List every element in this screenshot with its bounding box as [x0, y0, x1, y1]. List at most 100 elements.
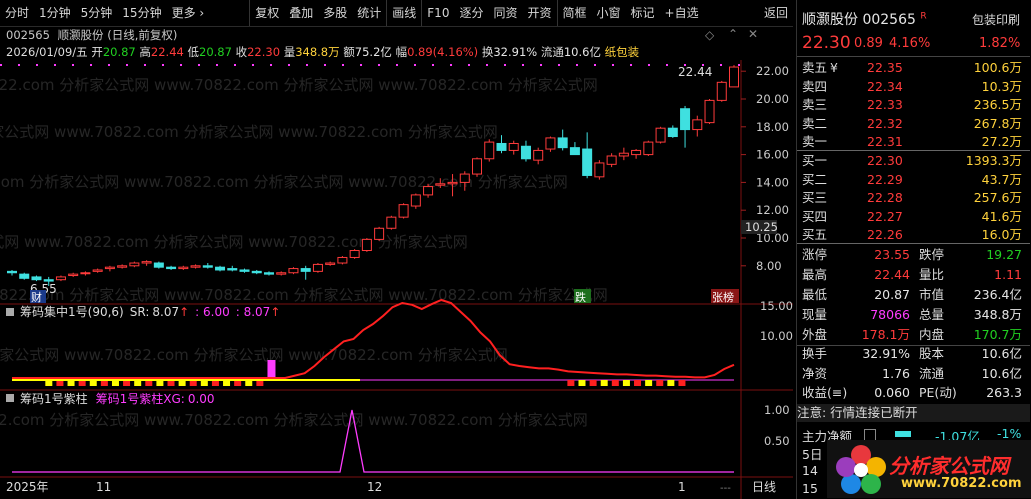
toolbar-item[interactable]: 叠加 — [284, 0, 318, 26]
bid-price: 22.30 — [867, 153, 903, 168]
site-logo: 分析家公式网 www.70822.com — [827, 440, 1031, 498]
ind2-y-tick: 0.50 — [764, 434, 790, 448]
chart-area: 70822.com 分析家公式网 www.70822.com 分析家公式网 ww… — [0, 60, 793, 499]
panel-wei: 1.82% — [979, 36, 1021, 51]
toolbar-item[interactable]: 同资 — [488, 0, 522, 26]
stat-value: 78066 — [870, 307, 910, 322]
candle-body — [263, 272, 274, 275]
concept-tag[interactable]: 纸包装 — [605, 45, 640, 59]
toolbar-item[interactable]: 开资 — [522, 0, 556, 26]
toolbar-item[interactable]: +自选 — [660, 0, 704, 26]
stat-value: 170.7万 — [973, 327, 1022, 342]
flow-bar — [895, 431, 911, 437]
low-value: 20.87 — [199, 45, 232, 59]
open-value: 20.87 — [102, 45, 136, 59]
toolbar-item[interactable]: 分时 — [0, 0, 34, 26]
stat-label: 市值 — [919, 287, 945, 302]
toolbar-item[interactable]: 画线 — [386, 0, 421, 26]
stat-value: 178.1万 — [861, 327, 910, 342]
stat-value: 10.6亿 — [981, 365, 1022, 381]
candle-body — [349, 250, 360, 258]
bid-price: 22.27 — [867, 208, 903, 224]
candle-body — [410, 194, 421, 207]
stat-value: 23.55 — [874, 247, 910, 262]
panel-name: 顺灏股份 — [802, 12, 858, 28]
bid-label: 买二 — [802, 171, 828, 187]
ind1-header: 筹码集中1号(90,6) SR: 8.07↑: 6.00: 8.07↑ — [20, 304, 280, 319]
up-arrow-icon[interactable]: ⌃ — [728, 27, 738, 41]
ind1-y-tick: 10.00 — [760, 329, 793, 343]
x-month-1: 1 — [678, 480, 686, 494]
candle-body — [361, 238, 372, 252]
toolbar-item[interactable]: 5分钟 — [76, 0, 118, 26]
indicator-toggle-icon[interactable] — [6, 394, 14, 402]
candle-body — [104, 266, 115, 270]
candle-body — [43, 279, 54, 282]
toolbar-item[interactable]: 标记 — [626, 0, 660, 26]
quote-row: 卖四 22.34 10.3万 — [797, 77, 1030, 98]
float-label: 流通 — [540, 45, 564, 59]
toolbar-item[interactable]: 15分钟 — [117, 0, 166, 26]
bid-vol: 1393.3万 — [965, 153, 1022, 168]
chart-mode: (日线,前复权) — [107, 28, 178, 42]
toolbar-item[interactable]: 小窗 — [592, 0, 626, 26]
board-mark-label: 张榜 — [712, 290, 734, 304]
logo-text: 分析家公式网 — [889, 454, 1009, 478]
quote-row: 买一 22.30 1393.3万 — [797, 151, 1030, 172]
candle-body — [312, 263, 323, 272]
bid-vol: 43.7万 — [981, 171, 1022, 187]
bid-vol: 16.0万 — [981, 227, 1022, 242]
high-value: 22.44 — [150, 45, 184, 59]
ind1-bar — [656, 380, 664, 386]
stat-value: 0.060 — [874, 385, 910, 400]
close-icon[interactable]: ✕ — [748, 27, 758, 41]
toolbar-item[interactable]: 统计 — [352, 0, 386, 26]
toolbar-item[interactable]: 逐分 — [454, 0, 488, 26]
days-label[interactable]: 5日 — [802, 444, 822, 463]
candle-body — [190, 265, 201, 268]
toolbar-item[interactable]: 简框 — [556, 0, 592, 26]
quote-row: 最低 20.87 市值 236.4亿 — [797, 285, 1030, 306]
candle-body — [423, 186, 434, 196]
candle-body — [667, 127, 678, 138]
candle-body — [643, 141, 654, 156]
fall-mark-label: 跌 — [575, 290, 586, 304]
candle-body — [276, 272, 287, 275]
toolbar-item[interactable]: F10 — [421, 0, 454, 26]
bid-label: 买四 — [802, 208, 828, 224]
stat-label: 换手 — [802, 346, 828, 361]
stat-label: 股本 — [919, 346, 945, 361]
y-tick: 22.00 — [756, 64, 789, 78]
bid-label: 买五 — [802, 227, 828, 242]
toolbar-item[interactable]: 更多 › — [167, 0, 210, 26]
ind1-bar — [622, 380, 630, 386]
toolbar-item[interactable]: 复权 — [249, 0, 284, 26]
ask-price: 22.32 — [867, 115, 903, 131]
industry-button[interactable]: 包装印刷 — [972, 11, 1020, 28]
indicator-toggle-icon[interactable] — [6, 308, 14, 316]
bid-label: 买一 — [802, 153, 828, 168]
candle-body — [704, 99, 715, 124]
candle-body — [484, 141, 495, 160]
candle-body — [337, 256, 348, 264]
ind1-bar — [678, 380, 686, 386]
stat-value: 19.27 — [986, 247, 1022, 262]
panel-pct: 4.16% — [889, 36, 931, 51]
watermark: 70822.com 分析家公式网 www.70822.com 分析家公式网 ww… — [0, 76, 598, 94]
date: 2026/01/09/五 — [6, 45, 88, 59]
ind1-bar — [634, 380, 642, 386]
candle-body — [288, 268, 299, 274]
panel-price: 22.30 — [802, 33, 851, 53]
period-label[interactable]: 日线 — [752, 480, 776, 494]
quote-row: 卖三 22.33 236.5万 — [797, 95, 1030, 116]
high-label: 22.44 — [678, 65, 712, 79]
candle-body — [141, 261, 152, 264]
ask-extra: ¥ — [830, 60, 838, 75]
toolbar-item[interactable]: 多股 — [318, 0, 352, 26]
logo-url: www.70822.com — [901, 476, 1022, 491]
quote-row: 收益(≡) 0.060 PE(动) 263.3 — [797, 383, 1030, 404]
toolbar-item[interactable]: 1分钟 — [34, 0, 76, 26]
settings-icon[interactable]: ◇ — [705, 28, 714, 42]
toolbar-item[interactable]: 返回 — [759, 0, 793, 26]
candle-body — [117, 265, 128, 268]
